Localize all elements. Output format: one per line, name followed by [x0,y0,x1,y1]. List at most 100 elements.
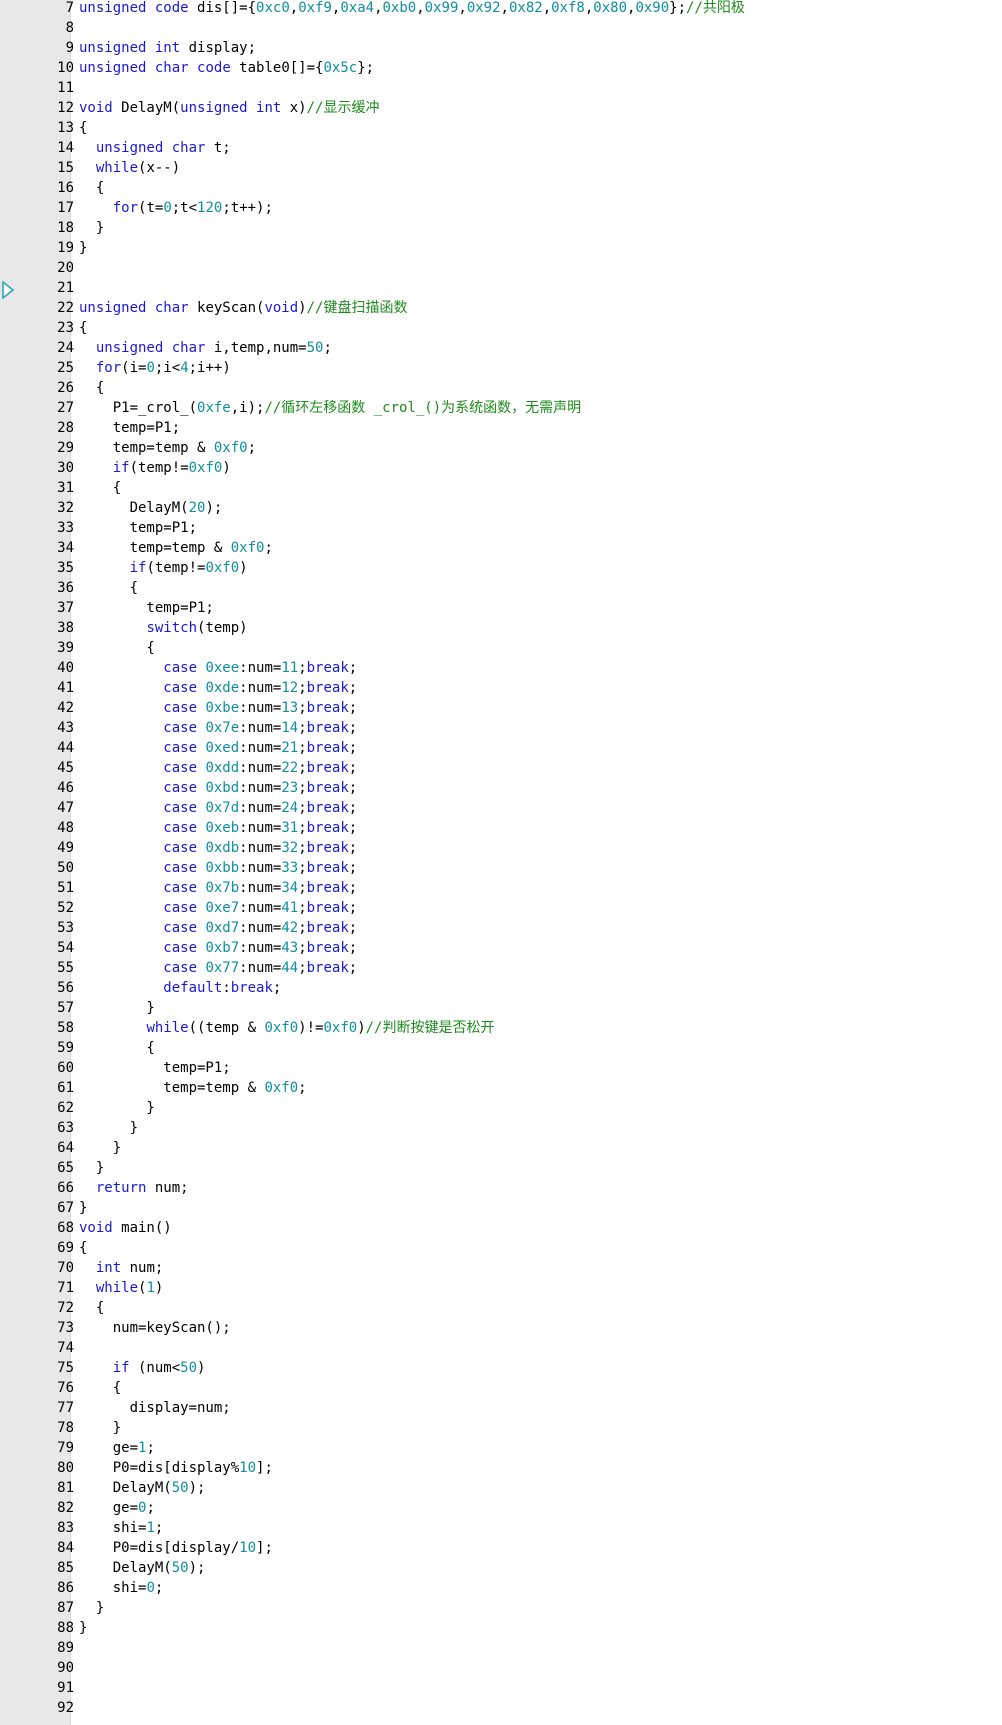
code-line[interactable]: 69 { [0,1238,1002,1258]
code-line[interactable]: 74 [0,1338,1002,1358]
code-line[interactable]: 25 for(i=0;i<4;i++) [0,358,1002,378]
code-line[interactable]: 78 } [0,1418,1002,1438]
code-line[interactable]: 35 if(temp!=0xf0) [0,558,1002,578]
code-line[interactable]: 24 unsigned char i,temp,num=50; [0,338,1002,358]
code-line[interactable]: 73 num=keyScan(); [0,1318,1002,1338]
code-line[interactable]: 46 case 0xbd:num=23;break; [0,778,1002,798]
code-line[interactable]: 26 { [0,378,1002,398]
code-line[interactable]: 29 temp=temp & 0xf0; [0,438,1002,458]
code-line[interactable]: 66 return num; [0,1178,1002,1198]
code-line[interactable]: 15 while(x--) [0,158,1002,178]
code-line[interactable]: 67} [0,1198,1002,1218]
code-line[interactable]: 17 for(t=0;t<120;t++); [0,198,1002,218]
code-line[interactable]: 76 { [0,1378,1002,1398]
code-line[interactable]: 39 { [0,638,1002,658]
token-plain: ; [298,960,307,976]
line-text: case 0x7e:num=14;break; [79,718,357,738]
code-line[interactable]: 62 } [0,1098,1002,1118]
code-line[interactable]: 31 { [0,478,1002,498]
line-text: case 0x77:num=44;break; [79,958,357,978]
code-line[interactable]: 58 while((temp & 0xf0)!=0xf0)//判断按键是否松开 [0,1018,1002,1038]
code-line[interactable]: 85 DelayM(50); [0,1558,1002,1578]
code-line[interactable]: 92 [0,1698,1002,1718]
code-line[interactable]: 9 unsigned int display; [0,38,1002,58]
code-line[interactable]: 12 void DelayM(unsigned int x)//显示缓冲 [0,98,1002,118]
line-number: 10 [57,60,74,76]
line-text: for(i=0;i<4;i++) [79,358,231,378]
code-line[interactable]: 65 } [0,1158,1002,1178]
code-line[interactable]: 77 display=num; [0,1398,1002,1418]
code-line[interactable]: 90 [0,1658,1002,1678]
code-line[interactable]: 22 unsigned char keyScan(void)//键盘扫描函数 [0,298,1002,318]
code-line[interactable]: 16 { [0,178,1002,198]
code-line[interactable]: 53 case 0xd7:num=42;break; [0,918,1002,938]
code-line[interactable]: 83 shi=1; [0,1518,1002,1538]
code-line[interactable]: 21 [0,278,1002,298]
code-line[interactable]: 52 case 0xe7:num=41;break; [0,898,1002,918]
code-line[interactable]: 60 temp=P1; [0,1058,1002,1078]
code-line[interactable]: 82 ge=0; [0,1498,1002,1518]
code-line[interactable]: 49 case 0xdb:num=32;break; [0,838,1002,858]
code-line[interactable]: 32 DelayM(20); [0,498,1002,518]
code-line[interactable]: 44 case 0xed:num=21;break; [0,738,1002,758]
code-line[interactable]: 36 { [0,578,1002,598]
code-line[interactable]: 13 { [0,118,1002,138]
code-line[interactable]: 79 ge=1; [0,1438,1002,1458]
code-line[interactable]: 72 { [0,1298,1002,1318]
code-line[interactable]: 50 case 0xbb:num=33;break; [0,858,1002,878]
code-line[interactable]: 63 } [0,1118,1002,1138]
code-line[interactable]: 30 if(temp!=0xf0) [0,458,1002,478]
code-line[interactable]: 33 temp=P1; [0,518,1002,538]
code-line[interactable]: 27 P1=_crol_(0xfe,i);//循环左移函数 _crol_()为系… [0,398,1002,418]
code-line[interactable]: 70 int num; [0,1258,1002,1278]
code-line[interactable]: 37 temp=P1; [0,598,1002,618]
code-line[interactable]: 80 P0=dis[display%10]; [0,1458,1002,1478]
line-text: case 0xbe:num=13;break; [79,698,357,718]
code-line[interactable]: 75 if (num<50) [0,1358,1002,1378]
code-editor[interactable]: 7 unsigned code dis[]={0xc0,0xf9,0xa4,0xb… [0,0,1002,1725]
code-line[interactable]: 86 shi=0; [0,1578,1002,1598]
token-num: 13 [281,700,299,716]
code-line[interactable]: 41 case 0xde:num=12;break; [0,678,1002,698]
code-line[interactable]: 64 } [0,1138,1002,1158]
code-line[interactable]: 11 [0,78,1002,98]
code-line[interactable]: 23 { [0,318,1002,338]
code-line[interactable]: 59 { [0,1038,1002,1058]
code-line[interactable]: 89 [0,1638,1002,1658]
code-line[interactable]: 28 temp=P1; [0,418,1002,438]
line-text: DelayM(20); [79,498,223,518]
code-line[interactable]: 68 void main() [0,1218,1002,1238]
code-line[interactable]: 42 case 0xbe:num=13;break; [0,698,1002,718]
code-line[interactable]: 14 unsigned char t; [0,138,1002,158]
code-line[interactable]: 45 case 0xdd:num=22;break; [0,758,1002,778]
code-line[interactable]: 57 } [0,998,1002,1018]
code-line[interactable]: 91 [0,1678,1002,1698]
code-line[interactable]: 43 case 0x7e:num=14;break; [0,718,1002,738]
code-line[interactable]: 34 temp=temp & 0xf0; [0,538,1002,558]
code-line[interactable]: 7 unsigned code dis[]={0xc0,0xf9,0xa4,0xb… [0,0,1002,18]
token-kw: char [154,300,189,316]
token-kw: break [306,660,349,676]
code-line[interactable]: 38 switch(temp) [0,618,1002,638]
code-line[interactable]: 87 } [0,1598,1002,1618]
code-line[interactable]: 81 DelayM(50); [0,1478,1002,1498]
code-line[interactable]: 71 while(1) [0,1278,1002,1298]
code-line[interactable]: 55 case 0x77:num=44;break; [0,958,1002,978]
code-line[interactable]: 51 case 0x7b:num=34;break; [0,878,1002,898]
token-plain: ; [154,1580,164,1596]
code-line[interactable]: 10 unsigned char code table0[]={0x5c}; [0,58,1002,78]
code-line[interactable]: 88} [0,1618,1002,1638]
code-line[interactable]: 8 [0,18,1002,38]
code-line[interactable]: 47 case 0x7d:num=24;break; [0,798,1002,818]
line-text: unsigned int display; [79,38,256,58]
code-line[interactable]: 56 default:break; [0,978,1002,998]
code-line[interactable]: 20 [0,258,1002,278]
code-line[interactable]: 61 temp=temp & 0xf0; [0,1078,1002,1098]
code-line[interactable]: 40 case 0xee:num=11;break; [0,658,1002,678]
code-line[interactable]: 54 case 0xb7:num=43;break; [0,938,1002,958]
code-line[interactable]: 48 case 0xeb:num=31;break; [0,818,1002,838]
code-line[interactable]: 19} [0,238,1002,258]
code-line[interactable]: 18 } [0,218,1002,238]
code-line[interactable]: 84 P0=dis[display/10]; [0,1538,1002,1558]
